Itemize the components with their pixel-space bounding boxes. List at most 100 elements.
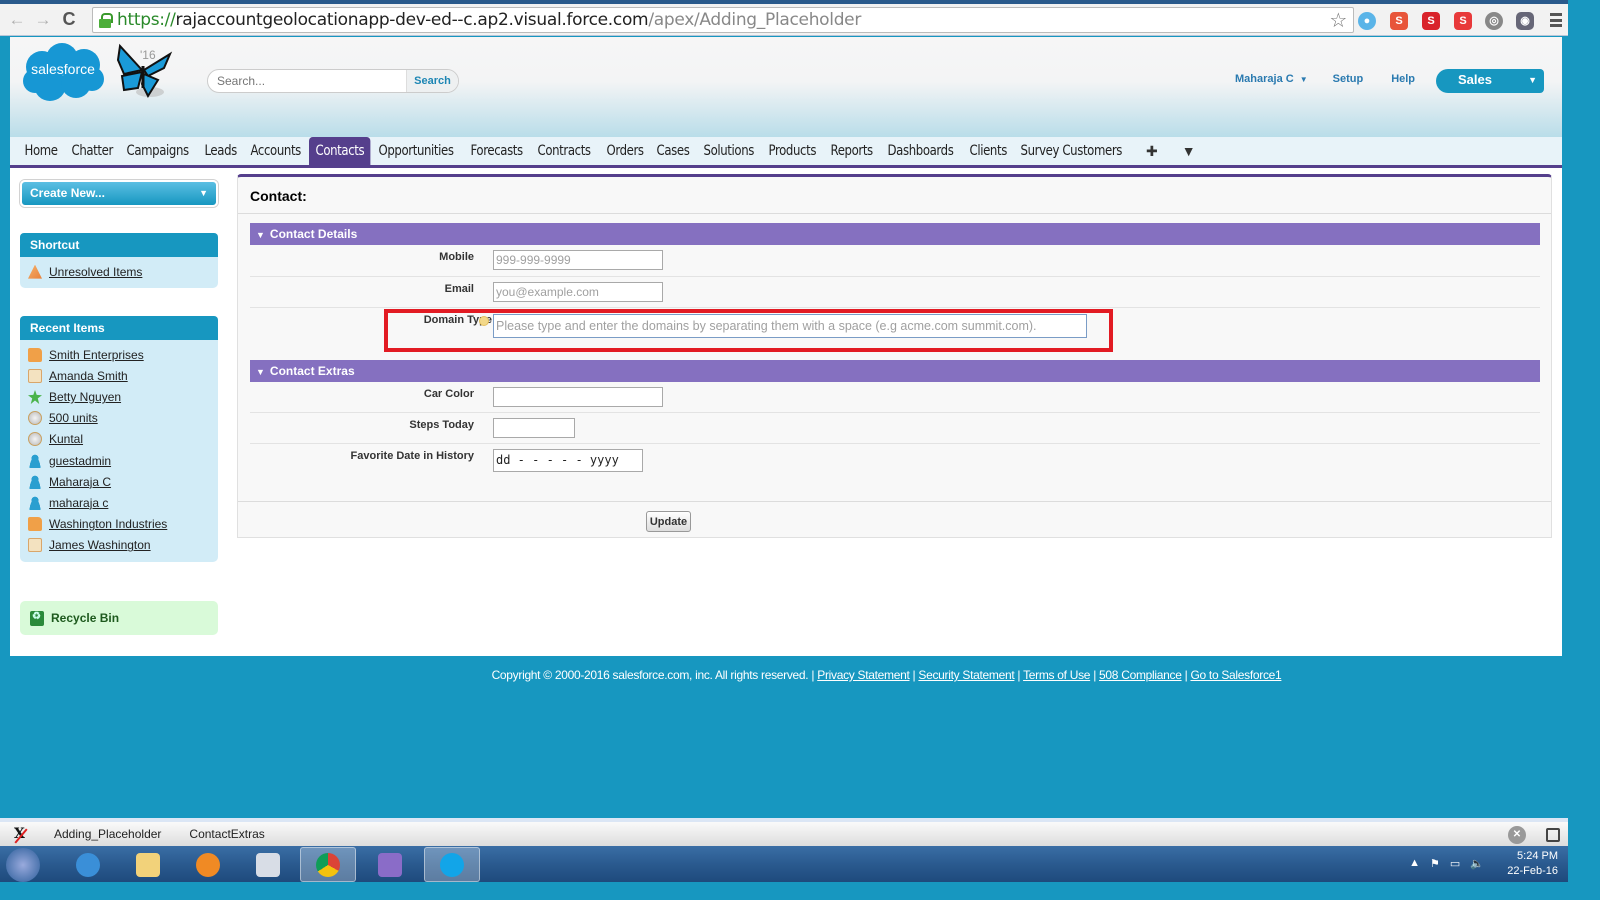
list-item-link[interactable]: Kuntal xyxy=(49,432,83,446)
list-item[interactable]: Kuntal xyxy=(28,429,218,450)
section-contact-details[interactable]: ▼ Contact Details xyxy=(250,223,1540,245)
steps-today-input[interactable] xyxy=(493,418,575,438)
taskbar-chrome[interactable] xyxy=(300,847,356,882)
list-item-link[interactable]: maharaja c xyxy=(49,496,108,510)
tab-forecasts[interactable]: Forecasts xyxy=(464,137,529,165)
copyright-text: Copyright © 2000-2016 salesforce.com, in… xyxy=(491,668,815,682)
go-to-salesforce1-link[interactable]: Go to Salesforce1 xyxy=(1190,668,1281,682)
extension-s1-icon[interactable]: S xyxy=(1422,12,1440,30)
media-player-icon xyxy=(196,852,220,877)
extension-key-icon[interactable]: S xyxy=(1390,12,1408,30)
extension-shield-icon[interactable]: ◉ xyxy=(1516,12,1534,30)
list-item-link[interactable]: guestadmin xyxy=(49,454,111,468)
back-button[interactable]: ← xyxy=(4,10,30,30)
list-item-link[interactable]: Washington Industries xyxy=(49,517,167,531)
tab-accounts[interactable]: Accounts xyxy=(244,137,307,165)
button-bar: Update xyxy=(238,501,1551,539)
taskbar-visual-studio[interactable] xyxy=(362,847,418,882)
taskbar-ie[interactable] xyxy=(60,847,116,882)
field-row-email: Email xyxy=(250,277,1540,308)
start-button[interactable] xyxy=(6,848,40,882)
taskbar-calculator[interactable] xyxy=(240,847,296,882)
update-button[interactable]: Update xyxy=(646,511,691,532)
list-item-link[interactable]: James Washington xyxy=(49,538,151,552)
tab-dashboards[interactable]: Dashboards xyxy=(881,137,960,165)
tab-leads[interactable]: Leads xyxy=(198,137,243,165)
taskbar-explorer[interactable] xyxy=(120,847,176,882)
search-button[interactable]: Search xyxy=(406,70,458,92)
taskbar-media-player[interactable] xyxy=(180,847,236,882)
list-item-link[interactable]: 500 units xyxy=(49,411,98,425)
list-item-link[interactable]: Smith Enterprises xyxy=(49,348,144,362)
list-item[interactable]: Unresolved Items xyxy=(28,261,218,282)
taskbar-skype[interactable] xyxy=(424,847,480,882)
email-input[interactable] xyxy=(493,282,663,302)
tab-reports[interactable]: Reports xyxy=(824,137,879,165)
list-item-link[interactable]: Unresolved Items xyxy=(49,265,142,279)
browser-menu-icon[interactable] xyxy=(1550,13,1562,27)
tab-home[interactable]: Home xyxy=(18,137,64,165)
section-contact-extras[interactable]: ▼ Contact Extras xyxy=(250,360,1540,382)
setup-link[interactable]: Setup xyxy=(1333,73,1364,85)
list-item-link[interactable]: Maharaja C xyxy=(49,475,111,489)
list-item[interactable]: Betty Nguyen xyxy=(28,386,218,407)
tab-contracts[interactable]: Contracts xyxy=(531,137,597,165)
forward-button[interactable]: → xyxy=(30,10,56,30)
user-menu[interactable]: Maharaja C ▼ xyxy=(1235,73,1308,85)
extension-s2-icon[interactable]: S xyxy=(1454,12,1472,30)
tray-expand-icon[interactable]: ▲ xyxy=(1409,857,1420,870)
app-switcher[interactable]: Sales ▼ xyxy=(1436,69,1544,93)
list-item-link[interactable]: Betty Nguyen xyxy=(49,390,121,404)
list-item[interactable]: 500 units xyxy=(28,408,218,429)
mobile-input[interactable] xyxy=(493,250,663,270)
tab-cases[interactable]: Cases xyxy=(650,137,696,165)
network-icon[interactable]: ▭ xyxy=(1450,857,1460,870)
salesforce-logo[interactable]: salesforce xyxy=(20,41,106,103)
tab-orders[interactable]: Orders xyxy=(600,137,650,165)
all-tabs-plus-icon[interactable]: ✚ xyxy=(1134,137,1170,165)
car-color-input[interactable] xyxy=(493,387,663,407)
system-clock[interactable]: 5:24 PM 22-Feb-16 xyxy=(1507,849,1558,879)
tab-chatter[interactable]: Chatter xyxy=(65,137,119,165)
list-item[interactable]: Maharaja C xyxy=(28,471,218,492)
list-item[interactable]: Smith Enterprises xyxy=(28,344,218,365)
domain-type-input[interactable] xyxy=(493,314,1087,338)
tab-clients[interactable]: Clients xyxy=(963,137,1013,165)
privacy-statement-link[interactable]: Privacy Statement xyxy=(817,668,910,682)
recycle-bin-link[interactable]: Recycle Bin xyxy=(20,601,218,635)
save-icon[interactable] xyxy=(1546,828,1560,842)
search-input[interactable] xyxy=(208,70,406,92)
favorite-date-input[interactable]: dd - - - - - yyyy xyxy=(493,449,643,472)
reload-button[interactable]: C xyxy=(56,9,82,30)
terms-of-use-link[interactable]: Terms of Use xyxy=(1023,668,1090,682)
help-link[interactable]: Help xyxy=(1391,73,1415,85)
action-center-flag-icon[interactable]: ⚑ xyxy=(1430,857,1440,870)
shortcut-header: Shortcut xyxy=(20,233,218,257)
extension-blue-icon[interactable]: ● xyxy=(1358,12,1376,30)
list-item[interactable]: Amanda Smith xyxy=(28,365,218,386)
help-icon[interactable] xyxy=(479,316,489,326)
compliance-508-link[interactable]: 508 Compliance xyxy=(1099,668,1182,682)
tab-survey-customers[interactable]: Survey Customers xyxy=(1014,137,1129,165)
create-new-button[interactable]: Create New... ▼ xyxy=(20,180,218,207)
security-statement-link[interactable]: Security Statement xyxy=(918,668,1014,682)
list-item-link[interactable]: Amanda Smith xyxy=(49,369,128,383)
tab-opportunities[interactable]: Opportunities xyxy=(372,137,460,165)
tab-products[interactable]: Products xyxy=(762,137,823,165)
list-item[interactable]: maharaja c xyxy=(28,492,218,513)
close-devbar-icon[interactable]: ✕ xyxy=(1508,826,1526,844)
volume-icon[interactable]: 🔈 xyxy=(1470,857,1484,870)
list-item[interactable]: Washington Industries xyxy=(28,514,218,535)
extension-film-icon[interactable]: ◎ xyxy=(1485,12,1503,30)
list-item[interactable]: guestadmin xyxy=(28,450,218,471)
tab-contacts[interactable]: Contacts xyxy=(309,137,371,165)
tab-campaigns[interactable]: Campaigns xyxy=(120,137,195,165)
devbar-item-adding-placeholder[interactable]: Adding_Placeholder xyxy=(54,827,161,841)
tab-solutions[interactable]: Solutions xyxy=(697,137,761,165)
address-bar[interactable]: https://rajaccountgeolocationapp-dev-ed-… xyxy=(92,7,1354,33)
more-tabs-chevron-icon[interactable]: ▼ xyxy=(1170,137,1208,165)
skype-icon xyxy=(440,852,464,877)
list-item[interactable]: James Washington xyxy=(28,535,218,556)
bookmark-star-icon[interactable]: ☆ xyxy=(1329,8,1347,32)
devbar-item-contact-extras[interactable]: ContactExtras xyxy=(189,827,264,841)
